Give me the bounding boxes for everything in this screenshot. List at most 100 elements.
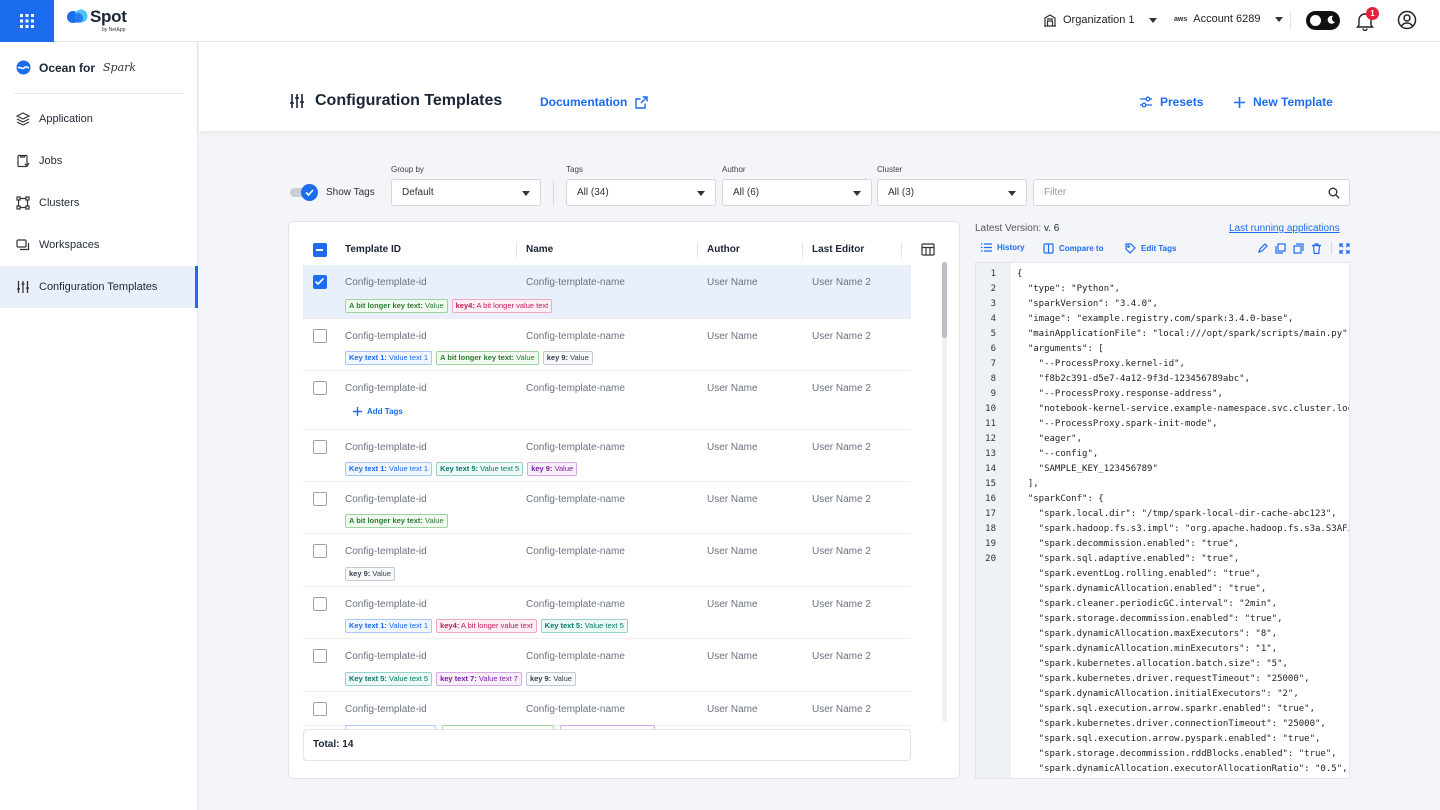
tag-value: Value text 5	[389, 674, 429, 683]
duplicate-icon[interactable]	[1275, 243, 1286, 254]
tag-chip[interactable]: key text 7: Value text 7	[436, 672, 522, 686]
row-checkbox[interactable]	[313, 492, 327, 506]
tag-chip[interactable]: key 9: Value	[525, 672, 576, 686]
tag-chip[interactable]: Key text 5: Value text 5	[436, 462, 524, 476]
sidebar-item-application[interactable]: Application	[0, 98, 198, 140]
logo-subtitle: by NetApp	[102, 27, 126, 33]
presets-button[interactable]: Presets	[1139, 95, 1203, 109]
spot-logo[interactable]: Spot by NetApp	[66, 8, 127, 33]
tag-chip[interactable]: Key text 5: Value text 5	[345, 672, 433, 686]
table-row[interactable]: Config-template-id Config-template-name Us…	[303, 587, 911, 639]
tag-chip[interactable]: A bit longer key text: Value	[345, 514, 448, 528]
columns-settings-icon[interactable]	[921, 243, 935, 256]
app-grid-button[interactable]	[0, 0, 54, 42]
template-id-cell[interactable]: Config-template-id	[345, 277, 427, 288]
trash-icon[interactable]	[1311, 243, 1322, 254]
documentation-link[interactable]: Documentation	[540, 95, 649, 109]
template-id-cell[interactable]: Config-template-id	[345, 546, 427, 557]
author-filter-select[interactable]: All (6)	[722, 179, 872, 206]
select-all-checkbox[interactable]	[313, 243, 327, 257]
account-selector[interactable]: aws Account 6289	[1174, 13, 1283, 25]
table-scrollbar[interactable]	[942, 262, 947, 722]
code-line: "mainApplicationFile": "local:///opt/spa…	[1017, 329, 1350, 339]
tag-chip[interactable]: key 9: Value	[345, 567, 396, 581]
tag-chip[interactable]: A bit longer key text: Value	[436, 351, 539, 365]
template-id-cell[interactable]: Config-template-id	[345, 383, 427, 394]
expand-icon[interactable]	[1339, 243, 1350, 254]
tag-chip[interactable]: key 9: Value	[542, 351, 593, 365]
tag-chip[interactable]: Key text 1: Value text 1	[345, 462, 433, 476]
edit-tags-button[interactable]: Edit Tags	[1125, 243, 1176, 254]
column-last-editor[interactable]: Last Editor	[812, 244, 864, 255]
template-id-cell[interactable]: Config-template-id	[345, 331, 427, 342]
row-checkbox[interactable]	[313, 275, 327, 289]
tag-chip[interactable]: Key text 5: Value text 5	[540, 619, 628, 633]
organization-selector[interactable]: Organization 1	[1043, 13, 1157, 27]
template-id-cell[interactable]: Config-template-id	[345, 651, 427, 662]
tag-chip[interactable]: Key text 1: Value text 1	[345, 619, 433, 633]
row-checkbox[interactable]	[313, 702, 327, 716]
code-line: "spark.dynamicAllocation.initialExecutor…	[1017, 689, 1299, 699]
chevron-down-icon	[1274, 16, 1283, 22]
code-line: "--ProcessProxy.kernel-id",	[1017, 359, 1185, 369]
last-running-applications-link[interactable]: Last running applications	[1229, 223, 1340, 234]
sidebar-item-clusters[interactable]: Clusters	[0, 182, 198, 224]
column-template-id[interactable]: Template ID	[345, 244, 401, 255]
add-tags-button[interactable]: Add Tags	[353, 407, 403, 416]
toggle-switch[interactable]	[290, 184, 318, 201]
row-checkbox[interactable]	[313, 381, 327, 395]
table-row[interactable]: Config-template-id Config-template-name Us…	[303, 265, 911, 319]
tag-value: Value	[570, 353, 589, 362]
tag-chip[interactable]: key4: A bit longer value text	[436, 619, 537, 633]
row-checkbox[interactable]	[313, 544, 327, 558]
tag-chip[interactable]: key4: A bit longer value text	[451, 299, 553, 313]
row-checkbox[interactable]	[313, 597, 327, 611]
template-id-cell[interactable]: Config-template-id	[345, 704, 427, 715]
column-name[interactable]: Name	[526, 244, 553, 255]
row-checkbox[interactable]	[313, 329, 327, 343]
template-name-cell: Config-template-name	[526, 383, 625, 394]
new-template-button[interactable]: New Template	[1233, 95, 1333, 109]
code-line: "spark.kubernetes.allocation.batch.size"…	[1017, 659, 1288, 669]
group-by-select[interactable]: Default	[391, 179, 541, 206]
filter-search-input[interactable]: Filter	[1033, 179, 1350, 206]
chevron-down-icon	[522, 191, 530, 196]
tag-chip[interactable]: Key text 1: Value text 1	[345, 351, 433, 365]
code-line: "arguments": [	[1017, 344, 1104, 354]
template-id-cell[interactable]: Config-template-id	[345, 442, 427, 453]
sidebar-item-workspaces[interactable]: Workspaces	[0, 224, 198, 266]
theme-toggle[interactable]	[1306, 11, 1340, 30]
table-row[interactable]: Config-template-id Config-template-name Us…	[303, 319, 911, 371]
search-icon[interactable]	[1328, 187, 1340, 199]
copy-icon[interactable]	[1293, 243, 1304, 254]
code-viewer[interactable]: 1 2 3 4 5 6 7 8 9 10 11 12 13 14 15 16 17 18 19 20 { "type"…	[975, 262, 1350, 779]
tag-chip[interactable]: key 9: Value	[527, 462, 578, 476]
template-id-cell[interactable]: Config-template-id	[345, 599, 427, 610]
sidebar-item-configuration-templates[interactable]: Configuration Templates	[0, 266, 198, 308]
table-row[interactable]: Config-template-id Config-template-name Us…	[303, 482, 911, 534]
row-checkbox[interactable]	[313, 649, 327, 663]
show-tags-toggle[interactable]: Show Tags	[290, 184, 375, 201]
table-row[interactable]: Config-template-id Config-template-name Us…	[303, 371, 911, 430]
scrollbar-thumb[interactable]	[942, 262, 947, 338]
compare-to-button[interactable]: Compare to	[1043, 243, 1103, 254]
table-row[interactable]: Config-template-id Config-template-name Us…	[303, 692, 911, 726]
user-avatar-icon[interactable]	[1397, 10, 1417, 30]
table-row[interactable]: Config-template-id Config-template-name Us…	[303, 639, 911, 692]
history-button[interactable]: History	[981, 243, 1025, 252]
table-row[interactable]: Config-template-id Config-template-name Us…	[303, 534, 911, 587]
table-row[interactable]: Config-template-id Config-template-name Us…	[303, 430, 911, 482]
template-id-cell[interactable]: Config-template-id	[345, 494, 427, 505]
sidebar-item-jobs[interactable]: Jobs	[0, 140, 198, 182]
tag-chip[interactable]: A bit longer key text: Value	[345, 299, 448, 313]
column-author[interactable]: Author	[707, 244, 740, 255]
sliders-icon	[16, 280, 30, 294]
code-line: "spark.dynamicAllocation.executorAllocat…	[1017, 764, 1348, 774]
template-name-cell: Config-template-name	[526, 442, 625, 453]
workspaces-icon	[16, 238, 30, 252]
edit-icon[interactable]	[1258, 243, 1268, 253]
row-checkbox[interactable]	[313, 440, 327, 454]
tags-filter-select[interactable]: All (34)	[566, 179, 716, 206]
cluster-filter-select[interactable]: All (3)	[877, 179, 1027, 206]
list-icon	[981, 243, 992, 252]
